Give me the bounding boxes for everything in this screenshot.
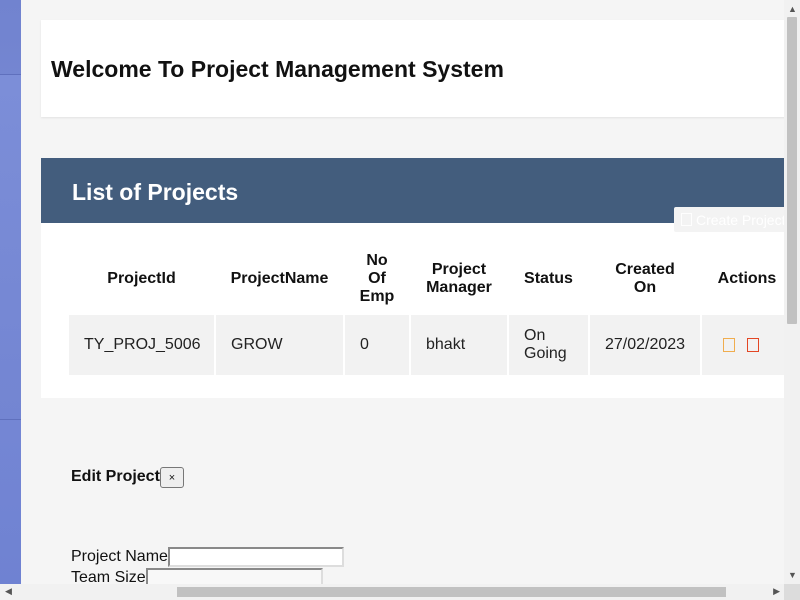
main-content: Welcome To Project Management System Lis… [21,0,784,584]
project-name-input[interactable] [167,547,344,567]
add-icon [681,213,692,226]
vertical-scroll-thumb[interactable] [787,17,797,324]
header-card: Welcome To Project Management System [41,20,784,117]
create-project-button[interactable]: Create Project [674,207,784,232]
cell-created-on: 27/02/2023 [590,315,700,375]
column-header: Actions [717,270,777,287]
scrollbar-corner [784,584,800,600]
scroll-down-icon[interactable]: ▼ [788,570,797,580]
edit-project-title: Edit Project [71,468,160,485]
cell-emp-count: 0 [345,315,409,375]
scroll-right-icon[interactable]: ▶ [773,586,780,597]
cell-project-name: GROW [216,315,343,375]
vertical-scrollbar[interactable]: ▲ ▼ [784,0,800,584]
cell-project-id: TY_PROJ_5006 [69,315,214,375]
cell-actions [702,315,784,375]
team-size-input[interactable] [145,568,323,584]
cell-manager: bhakt [411,315,507,375]
project-name-label: Project Name [71,548,168,565]
column-header: Project Manager [426,261,492,296]
page-title: Welcome To Project Management System [51,56,504,82]
horizontal-scroll-thumb[interactable] [177,587,726,597]
team-size-row: Team Size [71,568,323,584]
column-header: ProjectId [107,270,176,287]
cell-status: On Going [509,315,588,375]
projects-table: ProjectId ProjectName No Of Emp Project … [67,243,784,375]
edit-icon[interactable] [723,338,735,352]
create-project-label: Create Project [696,211,784,228]
scroll-left-icon[interactable]: ◀ [5,586,12,597]
team-size-label: Team Size [71,569,146,584]
sidebar-strip [0,0,21,584]
delete-icon[interactable] [747,338,759,352]
column-header: ProjectName [230,270,329,287]
table-header-row: ProjectId ProjectName No Of Emp Project … [69,243,784,315]
column-header: Created On [615,261,675,296]
sidebar-notch [0,74,21,420]
table-row: TY_PROJ_5006 GROW 0 bhakt On Going 27/02… [69,315,784,375]
projects-header: List of Projects Create Project [41,158,784,232]
column-header: No Of Emp [359,252,395,305]
scroll-up-icon[interactable]: ▲ [788,4,797,14]
horizontal-scrollbar[interactable]: ◀ ▶ [0,584,784,600]
project-name-row: Project Name [71,547,344,567]
close-button[interactable]: × [160,467,184,488]
projects-title: List of Projects [72,179,239,205]
column-header: Status [524,270,573,287]
projects-card: List of Projects Create Project ProjectI… [41,158,784,398]
